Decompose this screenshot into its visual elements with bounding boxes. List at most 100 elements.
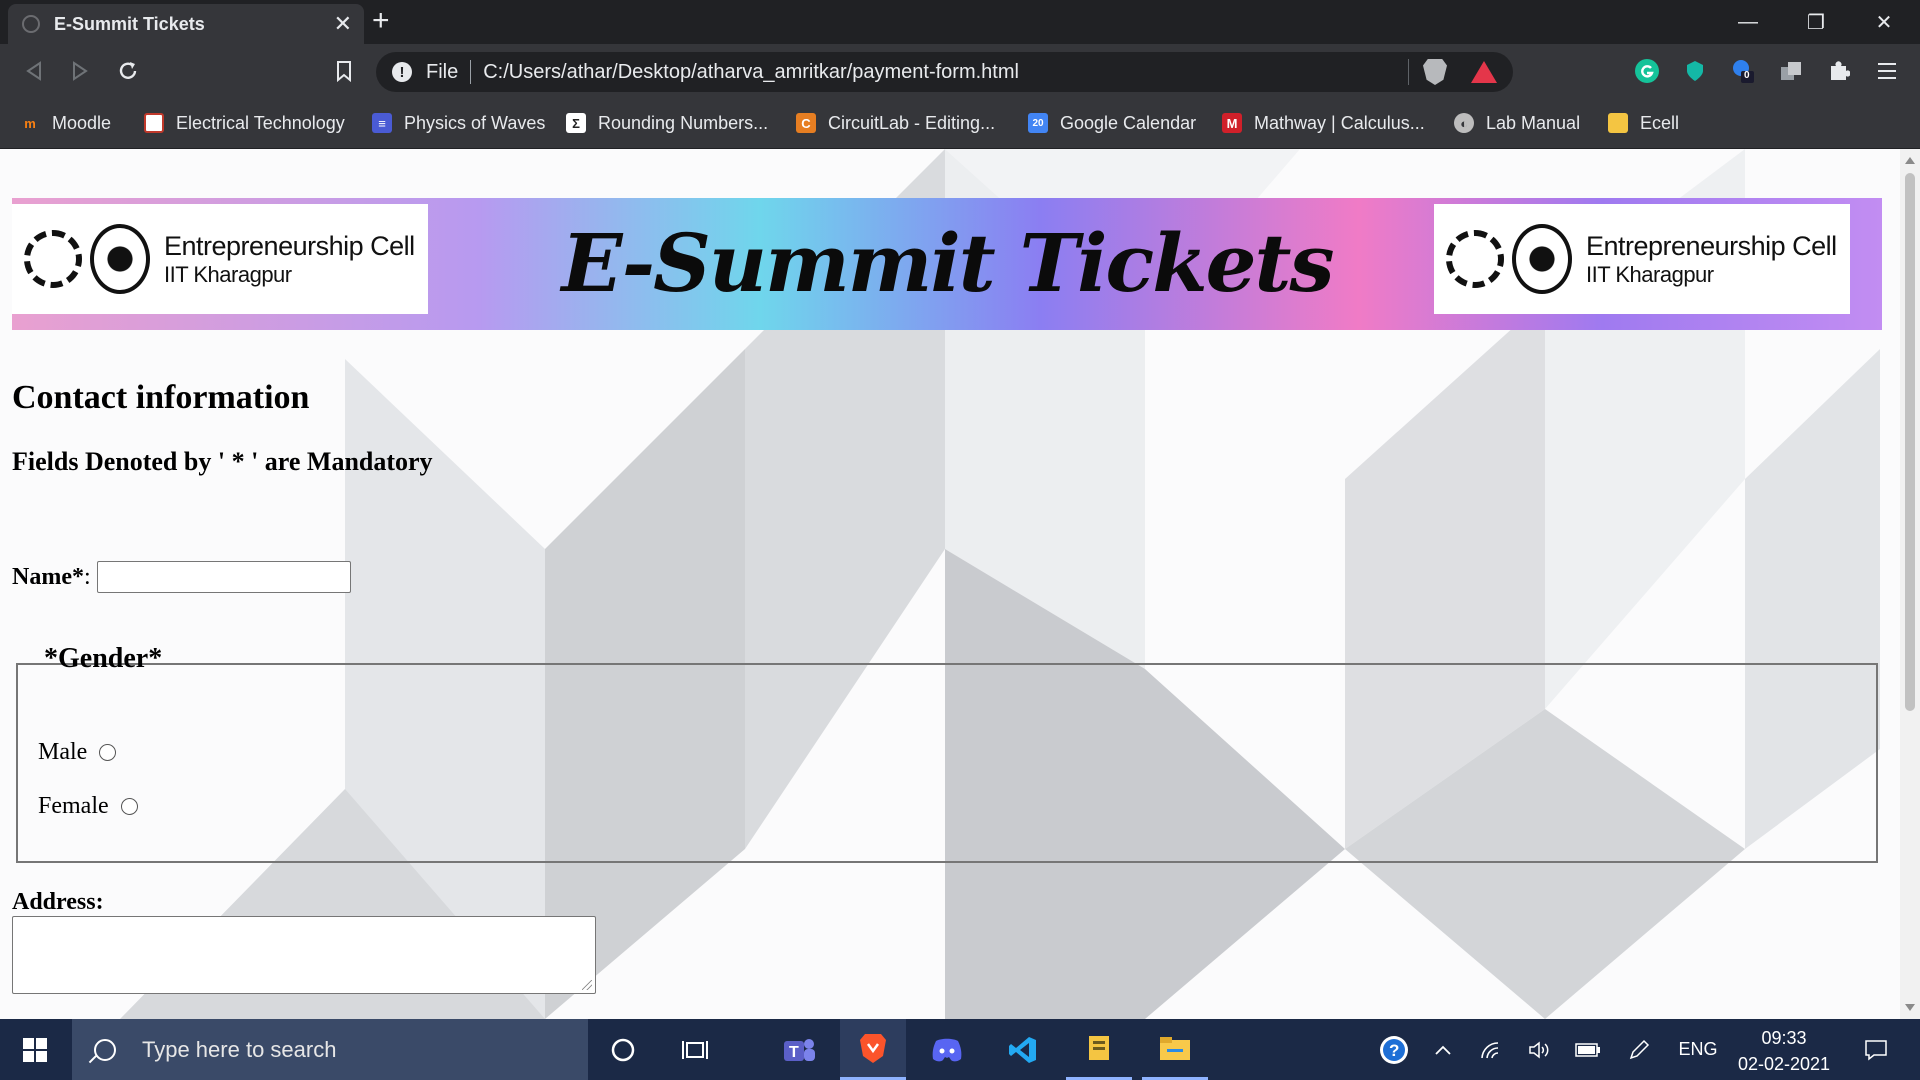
- address-textarea[interactable]: [12, 916, 596, 994]
- ecell-emblem-icon: [1446, 230, 1504, 288]
- windows-taskbar: Type here to search T ? ENG 09:33 02-02-…: [0, 1019, 1920, 1080]
- mathway-icon: M: [1222, 113, 1242, 133]
- gender-fieldset: *Gender* Male Female: [16, 643, 1878, 863]
- battery-icon[interactable]: [1570, 1019, 1606, 1080]
- reload-icon[interactable]: [110, 54, 146, 88]
- bookmark-label: Ecell: [1640, 112, 1680, 133]
- extension-shield-icon[interactable]: [1682, 58, 1708, 84]
- calendar-icon: 20: [1028, 113, 1048, 133]
- scroll-down-icon[interactable]: [1905, 1004, 1915, 1011]
- cortana-icon[interactable]: [590, 1019, 656, 1080]
- address-bar[interactable]: ! File C:/Users/athar/Desktop/atharva_am…: [376, 52, 1513, 92]
- electrical-icon: [144, 113, 164, 133]
- resize-grip-icon[interactable]: [582, 980, 592, 990]
- clock-date: 02-02-2021: [1737, 1054, 1831, 1074]
- brave-rewards-icon[interactable]: [1471, 61, 1497, 83]
- sigma-icon: Σ: [566, 113, 586, 133]
- url-divider: [470, 60, 472, 84]
- bookmark-rounding-numbers[interactable]: Σ Rounding Numbers...: [566, 108, 768, 138]
- chevron-up-icon[interactable]: [1426, 1019, 1460, 1080]
- menu-icon[interactable]: [1874, 58, 1900, 84]
- help-icon[interactable]: ?: [1376, 1019, 1412, 1080]
- info-icon[interactable]: !: [392, 62, 412, 82]
- female-label: Female: [38, 793, 109, 819]
- bookmark-label: Physics of Waves: [404, 112, 546, 133]
- scroll-up-icon[interactable]: [1905, 157, 1915, 164]
- moodle-icon: m: [24, 115, 36, 131]
- volume-icon[interactable]: [1522, 1019, 1556, 1080]
- bookmark-ecell[interactable]: Ecell: [1608, 108, 1679, 138]
- male-label: Male: [38, 739, 88, 765]
- name-label: Name*: [12, 563, 84, 590]
- ecell-logo-right: Entrepreneurship Cell IIT Kharagpur: [1434, 204, 1850, 314]
- address-label: Address:: [12, 889, 104, 915]
- svg-text:?: ?: [1389, 1041, 1399, 1060]
- clock[interactable]: 09:33 02-02-2021: [1724, 1025, 1844, 1077]
- forward-icon[interactable]: [62, 54, 98, 88]
- female-radio[interactable]: [120, 798, 138, 815]
- wifi-icon[interactable]: [1474, 1019, 1508, 1080]
- brave-shields-icon[interactable]: [1423, 59, 1447, 85]
- bookmark-circuitlab[interactable]: C CircuitLab - Editing...: [796, 108, 995, 138]
- search-placeholder: Type here to search: [142, 1036, 337, 1062]
- extension-badge-count: 0: [1744, 70, 1750, 81]
- bookmark-google-calendar[interactable]: 20 Google Calendar: [1028, 108, 1196, 138]
- bookmark-label: Mathway | Calculus...: [1254, 112, 1425, 133]
- archive-app-icon[interactable]: [1066, 1019, 1132, 1080]
- svg-text:T: T: [789, 1044, 799, 1061]
- url-text[interactable]: C:/Users/athar/Desktop/atharva_amritkar/…: [483, 61, 1408, 84]
- male-radio[interactable]: [99, 744, 117, 761]
- bookmark-label: Lab Manual: [1486, 112, 1581, 133]
- extensions-puzzle-icon[interactable]: [1826, 58, 1852, 84]
- teams-icon[interactable]: T: [766, 1019, 832, 1080]
- windows-logo-icon: [23, 1037, 47, 1062]
- taskbar-search[interactable]: Type here to search: [72, 1019, 588, 1080]
- bookmark-label: Electrical Technology: [176, 112, 345, 133]
- tab-bar: E-Summit Tickets ✕ + — ❐ ✕: [0, 0, 1920, 44]
- bookmark-label: Google Calendar: [1060, 112, 1197, 133]
- name-input[interactable]: [96, 561, 351, 593]
- tab-e-summit[interactable]: E-Summit Tickets ✕: [8, 4, 364, 44]
- url-scheme: File: [426, 60, 459, 83]
- back-icon[interactable]: [16, 54, 52, 88]
- tab-close-icon[interactable]: ✕: [334, 13, 352, 35]
- logo-line2: IIT Kharagpur: [1586, 261, 1714, 287]
- close-window-button[interactable]: ✕: [1850, 0, 1918, 44]
- grammarly-icon[interactable]: [1634, 58, 1660, 84]
- pen-icon[interactable]: [1622, 1019, 1656, 1080]
- gender-option-male[interactable]: Male: [38, 739, 117, 766]
- language-indicator[interactable]: ENG: [1670, 1019, 1726, 1080]
- bookmark-lab-manual[interactable]: ◐ Lab Manual: [1454, 108, 1580, 138]
- minimize-button[interactable]: —: [1714, 0, 1782, 44]
- e-summit-banner: Entrepreneurship Cell IIT Kharagpur E-Su…: [12, 198, 1882, 330]
- bookmark-electrical-technology[interactable]: Electrical Technology: [144, 108, 345, 138]
- page-favicon-icon: [22, 15, 40, 33]
- bookmark-icon[interactable]: [326, 54, 362, 88]
- discord-icon[interactable]: [914, 1019, 980, 1080]
- bookmark-label: Rounding Numbers...: [598, 112, 769, 133]
- notifications-icon[interactable]: [1852, 1019, 1900, 1080]
- page-title: Contact information: [12, 379, 310, 416]
- file-explorer-icon[interactable]: [1142, 1019, 1208, 1080]
- new-tab-button[interactable]: +: [372, 6, 390, 36]
- extension-badge-icon[interactable]: 0: [1730, 58, 1756, 84]
- bookmark-mathway[interactable]: M Mathway | Calculus...: [1222, 108, 1425, 138]
- brave-browser-icon[interactable]: [840, 1019, 906, 1080]
- scroll-thumb[interactable]: [1905, 173, 1915, 711]
- vertical-scrollbar[interactable]: [1900, 149, 1920, 1019]
- folder-icon: [1608, 113, 1628, 133]
- start-button[interactable]: [0, 1019, 70, 1080]
- page-viewport: Entrepreneurship Cell IIT Kharagpur E-Su…: [0, 149, 1920, 1019]
- bookmark-label: Moodle: [52, 112, 112, 133]
- globe-icon: ◐: [1454, 113, 1474, 133]
- extension-copy-icon[interactable]: [1778, 58, 1804, 84]
- gender-option-female[interactable]: Female: [38, 793, 138, 820]
- mandatory-note: Fields Denoted by ' * ' are Mandatory: [12, 447, 433, 476]
- forms-icon: ≡: [372, 113, 392, 133]
- task-view-icon[interactable]: [662, 1019, 728, 1080]
- iit-emblem-icon: [1512, 224, 1572, 294]
- bookmark-moodle[interactable]: m Moodle: [20, 108, 111, 138]
- restore-button[interactable]: ❐: [1782, 0, 1850, 44]
- vscode-icon[interactable]: [990, 1019, 1056, 1080]
- bookmark-physics-of-waves[interactable]: ≡ Physics of Waves: [372, 108, 545, 138]
